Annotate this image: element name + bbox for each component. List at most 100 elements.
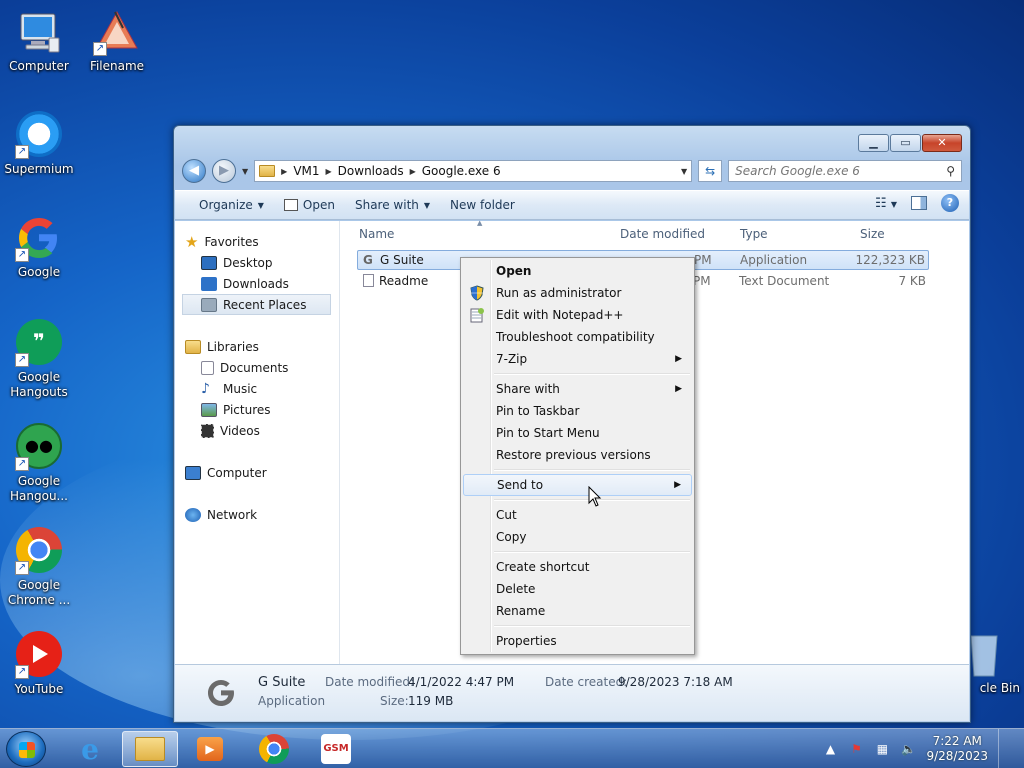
star-icon: ★ <box>185 232 199 251</box>
menu-label: Troubleshoot compatibility <box>496 330 655 344</box>
nav-recent-places[interactable]: Recent Places <box>182 294 331 315</box>
menu-item-create-shortcut[interactable]: Create shortcut <box>463 556 692 578</box>
open-button[interactable]: Open <box>274 192 345 218</box>
nav-favorites[interactable]: ★ Favorites <box>175 231 339 252</box>
nav-computer[interactable]: Computer <box>175 462 339 483</box>
menu-label: Create shortcut <box>496 560 590 574</box>
menu-label: Run as administrator <box>496 286 622 300</box>
menu-separator <box>463 496 692 504</box>
forward-button[interactable]: ▶ <box>212 159 236 183</box>
menu-item-pin-to-taskbar[interactable]: Pin to Taskbar <box>463 400 692 422</box>
desktop-icon-google-chrome[interactable]: ↗ Google Chrome ... <box>0 526 78 608</box>
clock[interactable]: 7:22 AM 9/28/2023 <box>926 734 988 764</box>
file-type: Application <box>740 253 808 267</box>
refresh-button[interactable]: ⇆ <box>698 160 723 182</box>
shortcut-arrow-icon: ↗ <box>15 457 29 471</box>
menu-item-open[interactable]: Open <box>463 260 692 282</box>
menu-item-edit-with-notepad[interactable]: Edit with Notepad++ <box>463 304 692 326</box>
column-date-modified[interactable]: Date modified <box>620 227 705 241</box>
minimize-button[interactable]: ▁ <box>858 134 889 152</box>
nav-downloads[interactable]: Downloads <box>175 273 339 294</box>
taskbar-google-chrome[interactable] <box>246 731 302 767</box>
desktop-icon-computer[interactable]: Computer <box>0 8 78 74</box>
help-icon[interactable]: ? <box>941 194 959 212</box>
desktop-icon-google-hangouts[interactable]: ❞ ↗ Google Hangouts <box>0 318 78 400</box>
breadcrumb-downloads[interactable]: Downloads <box>338 164 404 178</box>
action-center-icon[interactable]: ⚑ <box>848 741 864 757</box>
submenu-arrow-icon: ▶ <box>675 354 682 364</box>
desktop-icon-google[interactable]: ↗ Google <box>0 214 78 280</box>
desktop-icon-supermium[interactable]: ↗ Supermium <box>0 110 78 177</box>
details-modified-label: Date modified: <box>325 675 415 689</box>
file-type: Text Document <box>739 274 830 288</box>
nav-music[interactable]: ♪ Music <box>175 378 339 399</box>
address-dropdown-icon[interactable]: ▼ <box>681 167 687 176</box>
show-desktop-button[interactable] <box>998 729 1012 768</box>
taskbar-windows-explorer[interactable] <box>122 731 178 767</box>
column-size[interactable]: Size <box>860 227 885 241</box>
nav-documents[interactable]: Documents <box>175 357 339 378</box>
menu-item-7zip[interactable]: 7-Zip ▶ <box>463 348 692 370</box>
menu-item-delete[interactable]: Delete <box>463 578 692 600</box>
new-folder-button[interactable]: New folder <box>440 192 525 218</box>
recent-pages-dropdown[interactable]: ▼ <box>242 167 248 176</box>
menu-item-properties[interactable]: Properties <box>463 630 692 652</box>
menu-item-cut[interactable]: Cut <box>463 504 692 526</box>
organize-button[interactable]: Organize ▼ <box>189 192 274 218</box>
taskbar-media-player[interactable]: ▶ <box>182 731 238 767</box>
search-input[interactable] <box>735 164 936 178</box>
chevron-down-icon: ▼ <box>423 200 431 210</box>
column-type[interactable]: Type <box>740 227 768 241</box>
menu-item-restore-previous-versions[interactable]: Restore previous versions <box>463 444 692 466</box>
breadcrumb-vm1[interactable]: VM1 <box>293 164 319 178</box>
gsm-app-icon: GSM <box>321 734 351 764</box>
windows-logo-icon <box>19 742 35 758</box>
view-controls: ☷ ▼ ? <box>875 194 959 212</box>
menu-item-pin-to-start-menu[interactable]: Pin to Start Menu <box>463 422 692 444</box>
nav-network[interactable]: Network <box>175 504 339 525</box>
desktop-icon-youtube[interactable]: ↗ YouTube <box>0 630 78 697</box>
menu-item-send-to[interactable]: Send to ▶ <box>463 474 692 496</box>
hangouts-icon: ❞ ↗ <box>15 319 63 367</box>
nav-label: Videos <box>220 423 260 438</box>
details-modified-value: 4/1/2022 4:47 PM <box>408 675 515 689</box>
open-label: Open <box>302 198 335 212</box>
menu-item-run-as-administrator[interactable]: Run as administrator <box>463 282 692 304</box>
close-button[interactable]: ✕ <box>922 134 962 152</box>
desktop-icon-label: Google <box>17 265 61 279</box>
change-view-button[interactable]: ☷ ▼ <box>875 196 897 211</box>
search-box[interactable]: ⚲ <box>728 160 962 182</box>
menu-item-troubleshoot-compatibility[interactable]: Troubleshoot compatibility <box>463 326 692 348</box>
share-with-button[interactable]: Share with ▼ <box>345 192 440 218</box>
desktop-icon-label: Supermium <box>4 162 74 176</box>
address-bar[interactable]: ▶ VM1 ▶ Downloads ▶ Google.exe 6 ▼ <box>254 160 693 182</box>
menu-item-share-with[interactable]: Share with ▶ <box>463 378 692 400</box>
menu-item-rename[interactable]: Rename <box>463 600 692 622</box>
nav-label: Desktop <box>223 255 273 270</box>
breadcrumb-current-folder[interactable]: Google.exe 6 <box>422 164 501 178</box>
start-button[interactable] <box>6 731 46 767</box>
taskbar-internet-explorer[interactable]: e <box>62 731 118 767</box>
videos-icon <box>201 423 214 438</box>
volume-muted-icon[interactable]: 🔈 <box>900 741 916 757</box>
nav-libraries[interactable]: Libraries <box>175 336 339 357</box>
desktop-icon-google-hangouts-2[interactable]: ●● ↗ Google Hangou... <box>0 422 78 504</box>
taskbar-gsm-app[interactable]: GSM <box>308 731 364 767</box>
menu-label: Share with <box>496 382 560 396</box>
preview-pane-button[interactable] <box>911 196 927 210</box>
chrome-icon <box>259 734 289 764</box>
network-status-icon[interactable]: ▦ <box>874 741 890 757</box>
network-icon <box>185 507 201 522</box>
menu-label: Properties <box>496 634 557 648</box>
nav-desktop[interactable]: Desktop <box>175 252 339 273</box>
back-button[interactable]: ◀ <box>182 159 206 183</box>
menu-label: 7-Zip <box>496 352 528 366</box>
nav-pictures[interactable]: Pictures <box>175 399 339 420</box>
desktop-icon-filename[interactable]: ↗ Filename <box>78 8 156 74</box>
show-hidden-icons-icon[interactable]: ▲ <box>822 741 838 757</box>
maximize-button[interactable]: ▭ <box>890 134 921 152</box>
nav-videos[interactable]: Videos <box>175 420 339 441</box>
column-name[interactable]: Name <box>359 227 394 241</box>
file-size: 7 KB <box>898 274 926 288</box>
menu-item-copy[interactable]: Copy <box>463 526 692 548</box>
